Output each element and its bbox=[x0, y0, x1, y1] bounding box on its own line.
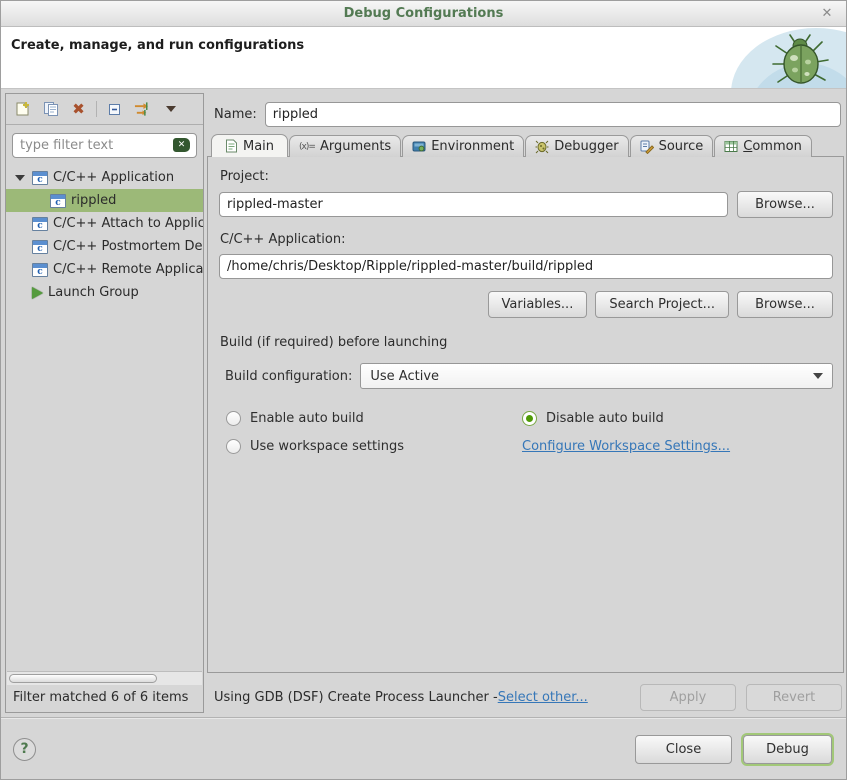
launch-group-icon bbox=[32, 287, 43, 299]
close-window-icon[interactable]: ✕ bbox=[818, 5, 836, 23]
launcher-row: Using GDB (DSF) Create Process Launcher … bbox=[207, 673, 844, 713]
main-tab-content: Project: Browse... C/C++ Application: Va… bbox=[207, 156, 844, 673]
duplicate-configuration-icon[interactable] bbox=[42, 101, 59, 118]
radio-icon[interactable] bbox=[226, 439, 241, 454]
header-banner: Create, manage, and run configurations bbox=[1, 27, 846, 89]
collapse-all-icon[interactable] bbox=[106, 101, 123, 118]
footer-bar: ? Close Debug bbox=[1, 719, 846, 779]
build-config-label: Build configuration: bbox=[225, 369, 352, 384]
tree-item-label: C/C++ Application bbox=[53, 170, 174, 185]
name-row: Name: bbox=[207, 93, 844, 134]
tree-item-cpp-remote[interactable]: c C/C++ Remote Application bbox=[6, 258, 203, 281]
configurations-sidebar: ✖ ✕ bbox=[5, 93, 204, 713]
view-menu-icon[interactable] bbox=[162, 101, 179, 118]
arguments-icon: (x)= bbox=[299, 142, 315, 152]
tab-label: Debugger bbox=[554, 139, 618, 154]
variables-button[interactable]: Variables... bbox=[488, 291, 588, 318]
c-application-icon: c bbox=[32, 240, 48, 254]
c-application-icon: c bbox=[50, 194, 66, 208]
tree-item-rippled[interactable]: c rippled bbox=[6, 189, 203, 212]
tree-item-label: C/C++ Attach to Application bbox=[53, 216, 203, 231]
c-application-icon: c bbox=[32, 171, 48, 185]
tab-debugger[interactable]: Debugger bbox=[525, 135, 628, 157]
radio-label: Use workspace settings bbox=[250, 439, 404, 454]
configuration-editor: Name: Main (x)= Arguments bbox=[207, 93, 844, 713]
banner-heading: Create, manage, and run configurations bbox=[1, 27, 846, 53]
tab-environment[interactable]: Environment bbox=[402, 135, 524, 157]
window-title: Debug Configurations bbox=[344, 6, 504, 21]
browse-project-button[interactable]: Browse... bbox=[737, 191, 833, 218]
filter-input[interactable] bbox=[12, 133, 197, 158]
name-input[interactable] bbox=[265, 102, 841, 127]
radio-enable-auto-build[interactable]: Enable auto build bbox=[226, 411, 522, 426]
radio-selected-icon[interactable] bbox=[522, 411, 537, 426]
close-button[interactable]: Close bbox=[635, 735, 732, 764]
tab-arguments[interactable]: (x)= Arguments bbox=[289, 135, 401, 157]
environment-icon bbox=[412, 140, 426, 153]
tree-item-label: C/C++ Postmortem Debugger bbox=[53, 239, 203, 254]
configurations-tree: c C/C++ Application c rippled c C/C++ At… bbox=[6, 163, 203, 671]
c-application-icon: c bbox=[32, 217, 48, 231]
tab-common[interactable]: Common bbox=[714, 135, 812, 157]
tree-item-label: Launch Group bbox=[48, 285, 139, 300]
tree-item-cpp-application[interactable]: c C/C++ Application bbox=[6, 166, 203, 189]
debug-configurations-dialog: Debug Configurations ✕ Create, manage, a… bbox=[0, 0, 847, 780]
tree-item-cpp-postmortem[interactable]: c C/C++ Postmortem Debugger bbox=[6, 235, 203, 258]
browse-application-button[interactable]: Browse... bbox=[737, 291, 833, 318]
toolbar-separator bbox=[96, 101, 97, 117]
build-config-select[interactable]: Use Active bbox=[360, 363, 833, 389]
sidebar-toolbar: ✖ bbox=[6, 94, 203, 125]
debugger-icon bbox=[535, 140, 549, 154]
clear-filter-icon[interactable]: ✕ bbox=[173, 138, 190, 152]
editor-tabs: Main (x)= Arguments Environment bbox=[207, 134, 844, 157]
tab-source[interactable]: Source bbox=[630, 135, 714, 157]
tab-label: Arguments bbox=[320, 139, 391, 154]
delete-configuration-icon[interactable]: ✖ bbox=[70, 101, 87, 118]
filter-row: ✕ bbox=[6, 125, 203, 163]
tree-horizontal-scrollbar[interactable] bbox=[7, 671, 202, 685]
expander-icon[interactable] bbox=[13, 175, 27, 181]
apply-button[interactable]: Apply bbox=[640, 684, 736, 711]
application-label: C/C++ Application: bbox=[220, 232, 833, 247]
radio-label: Enable auto build bbox=[250, 411, 364, 426]
tab-label: Source bbox=[659, 139, 704, 154]
select-other-launcher-link[interactable]: Select other... bbox=[498, 690, 588, 705]
source-icon bbox=[640, 140, 654, 154]
help-icon[interactable]: ? bbox=[13, 738, 36, 761]
radio-use-workspace-settings[interactable]: Use workspace settings bbox=[226, 439, 522, 454]
tab-label: Environment bbox=[431, 139, 514, 154]
build-config-value: Use Active bbox=[370, 369, 439, 384]
radio-icon[interactable] bbox=[226, 411, 241, 426]
tab-main[interactable]: Main bbox=[211, 134, 288, 157]
configure-workspace-settings-link[interactable]: Configure Workspace Settings... bbox=[522, 439, 833, 454]
build-section-label: Build (if required) before launching bbox=[220, 335, 833, 350]
titlebar[interactable]: Debug Configurations ✕ bbox=[1, 1, 846, 27]
tree-item-label: rippled bbox=[71, 193, 116, 208]
tab-label: Common bbox=[743, 139, 802, 154]
project-label: Project: bbox=[220, 169, 833, 184]
document-icon bbox=[225, 139, 238, 153]
radio-label: Disable auto build bbox=[546, 411, 664, 426]
search-project-button[interactable]: Search Project... bbox=[595, 291, 729, 318]
tab-label: Main bbox=[243, 139, 274, 154]
default-button-ring: Debug bbox=[741, 733, 834, 766]
radio-disable-auto-build[interactable]: Disable auto build bbox=[522, 411, 833, 426]
table-icon bbox=[724, 140, 738, 153]
tree-item-cpp-attach[interactable]: c C/C++ Attach to Application bbox=[6, 212, 203, 235]
tree-item-launch-group[interactable]: Launch Group bbox=[6, 281, 203, 304]
debug-bug-icon bbox=[768, 32, 830, 88]
launcher-text: Using GDB (DSF) Create Process Launcher … bbox=[214, 690, 498, 705]
revert-button[interactable]: Revert bbox=[746, 684, 842, 711]
filter-status-text: Filter matched 6 of 6 items bbox=[6, 685, 203, 712]
chevron-down-icon bbox=[813, 373, 823, 379]
scrollbar-thumb[interactable] bbox=[9, 674, 157, 683]
tree-item-label: C/C++ Remote Application bbox=[53, 262, 203, 277]
project-input[interactable] bbox=[219, 192, 728, 217]
new-configuration-icon[interactable] bbox=[14, 101, 31, 118]
filter-configurations-icon[interactable] bbox=[134, 101, 151, 118]
debug-button[interactable]: Debug bbox=[743, 735, 832, 764]
c-application-icon: c bbox=[32, 263, 48, 277]
application-input[interactable] bbox=[219, 254, 833, 279]
name-label: Name: bbox=[214, 107, 257, 122]
